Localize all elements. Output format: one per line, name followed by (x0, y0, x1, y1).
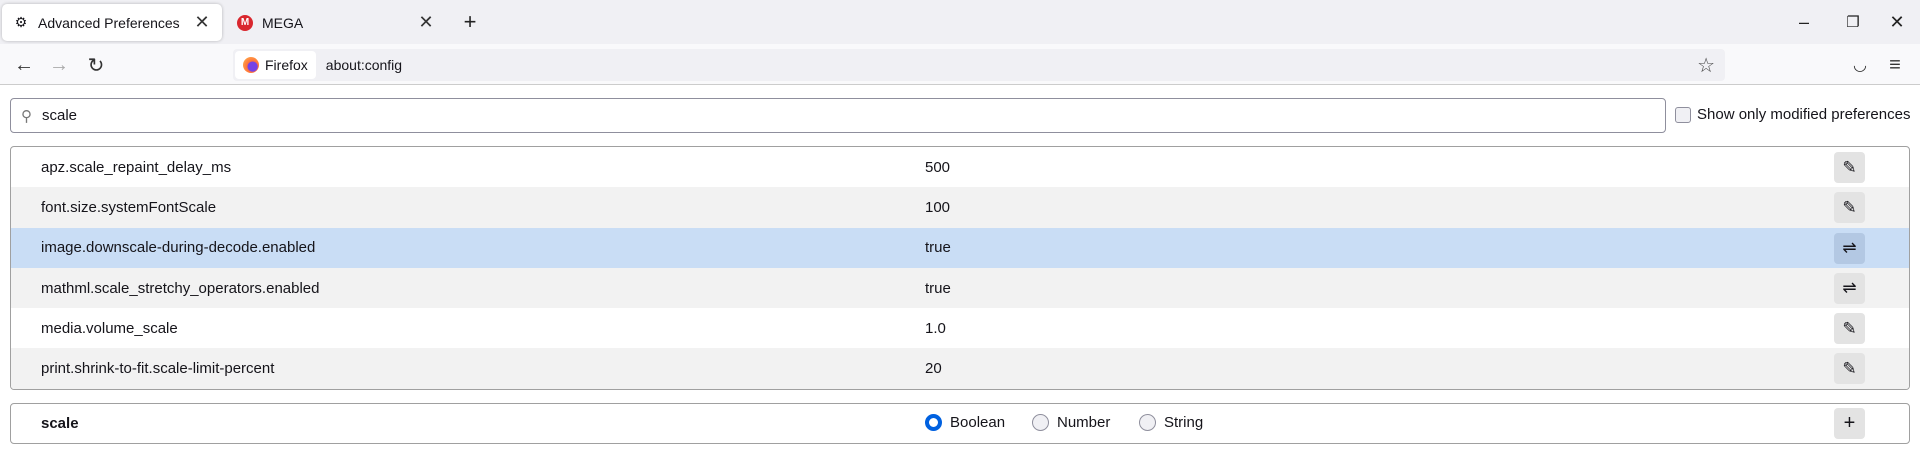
close-tab-icon[interactable]: ✕ (192, 12, 212, 33)
edit-button[interactable]: ✎ (1834, 192, 1865, 224)
toggle-button[interactable]: ⇌ (1834, 272, 1865, 304)
radio-circle[interactable] (1032, 414, 1049, 431)
nav-bar: ← → ↻ Firefox about:config ☆ ◡ ≡ (0, 44, 1920, 85)
pencil-icon: ✎ (1842, 197, 1857, 217)
edit-button[interactable]: ✎ (1834, 152, 1865, 183)
table-row[interactable]: font.size.systemFontScale 100 ✎ (11, 187, 1909, 228)
close-tab-icon[interactable]: ✕ (416, 12, 436, 33)
pencil-icon: ✎ (1842, 358, 1857, 378)
pref-value: 100 (925, 198, 951, 216)
new-tab-button[interactable]: + (450, 8, 490, 36)
radio-label: Number (1057, 414, 1111, 431)
pocket-icon[interactable]: ◡ (1845, 50, 1875, 80)
pref-value: 1.0 (925, 319, 946, 337)
add-preference-row: scale Boolean Number String + (10, 403, 1910, 444)
forward-button[interactable]: → (44, 50, 74, 80)
pref-name: image.downscale-during-decode.enabled (41, 239, 316, 257)
show-modified-label[interactable]: Show only modified preferences (1697, 106, 1910, 123)
radio-label: Boolean (950, 414, 1006, 431)
pref-value: true (925, 279, 951, 297)
minimize-button[interactable]: – (1784, 8, 1824, 36)
add-button[interactable]: + (1834, 408, 1865, 439)
menu-icon[interactable]: ≡ (1880, 50, 1910, 80)
plus-icon: + (1843, 412, 1856, 434)
pref-name: font.size.systemFontScale (41, 198, 217, 216)
pref-name: media.volume_scale (41, 319, 178, 337)
firefox-icon (243, 57, 259, 73)
pref-name: apz.scale_repaint_delay_ms (41, 158, 232, 176)
radio-circle[interactable] (925, 414, 942, 431)
show-modified-checkbox[interactable] (1675, 107, 1691, 123)
pref-value: 500 (925, 158, 951, 176)
close-window-button[interactable]: ✕ (1877, 8, 1917, 36)
reload-button[interactable]: ↻ (81, 50, 111, 80)
url-text[interactable]: about:config (326, 57, 402, 73)
tab-bar: ⚙ Advanced Preferences ✕ M MEGA ✕ + – ❐ … (0, 0, 1920, 44)
edit-button[interactable]: ✎ (1834, 313, 1865, 345)
tab-title: Advanced Preferences (38, 14, 180, 31)
bookmark-star-icon[interactable]: ☆ (1697, 53, 1715, 78)
radio-boolean[interactable]: Boolean (925, 414, 1005, 431)
table-row[interactable]: media.volume_scale 1.0 ✎ (11, 308, 1909, 348)
radio-number[interactable]: Number (1032, 414, 1110, 431)
pencil-icon: ✎ (1842, 318, 1857, 338)
table-row[interactable]: apz.scale_repaint_delay_ms 500 ✎ (11, 147, 1909, 187)
table-row[interactable]: image.downscale-during-decode.enabled tru… (11, 227, 1909, 268)
new-pref-name: scale (41, 415, 79, 432)
identity-label: Firefox (265, 57, 308, 73)
radio-label: String (1164, 414, 1204, 431)
mega-icon: M (236, 14, 254, 32)
table-row[interactable]: print.shrink-to-fit.scale-limit-percent 2… (11, 348, 1909, 389)
edit-button[interactable]: ✎ (1834, 353, 1865, 385)
tab-title: MEGA (262, 14, 304, 31)
toggle-arrows-icon: ⇌ (1842, 238, 1857, 258)
url-bar[interactable]: Firefox about:config ☆ (233, 49, 1725, 81)
pref-value: 20 (925, 360, 942, 378)
radio-circle[interactable] (1139, 414, 1156, 431)
table-row[interactable]: mathml.scale_stretchy_operators.enabled t… (11, 267, 1909, 309)
search-value: scale (42, 107, 78, 124)
pref-name: mathml.scale_stretchy_operators.enabled (41, 279, 320, 297)
radio-string[interactable]: String (1139, 414, 1203, 431)
pencil-icon: ✎ (1842, 157, 1857, 177)
toggle-button[interactable]: ⇌ (1834, 232, 1865, 264)
preferences-table: apz.scale_repaint_delay_ms 500 ✎ font.size… (10, 146, 1910, 390)
back-button[interactable]: ← (9, 50, 39, 80)
tab-mega[interactable]: M MEGA ✕ (226, 4, 446, 41)
identity-box[interactable]: Firefox (235, 51, 316, 79)
restore-button[interactable]: ❐ (1833, 8, 1873, 36)
toggle-arrows-icon: ⇌ (1842, 278, 1857, 298)
pref-name: print.shrink-to-fit.scale-limit-percent (41, 360, 275, 378)
pref-value: true (925, 239, 951, 257)
gear-icon: ⚙ (14, 14, 28, 30)
search-input[interactable]: ⚲ scale (10, 98, 1666, 133)
search-icon: ⚲ (21, 107, 32, 125)
tab-advanced-preferences[interactable]: ⚙ Advanced Preferences ✕ (2, 4, 222, 41)
